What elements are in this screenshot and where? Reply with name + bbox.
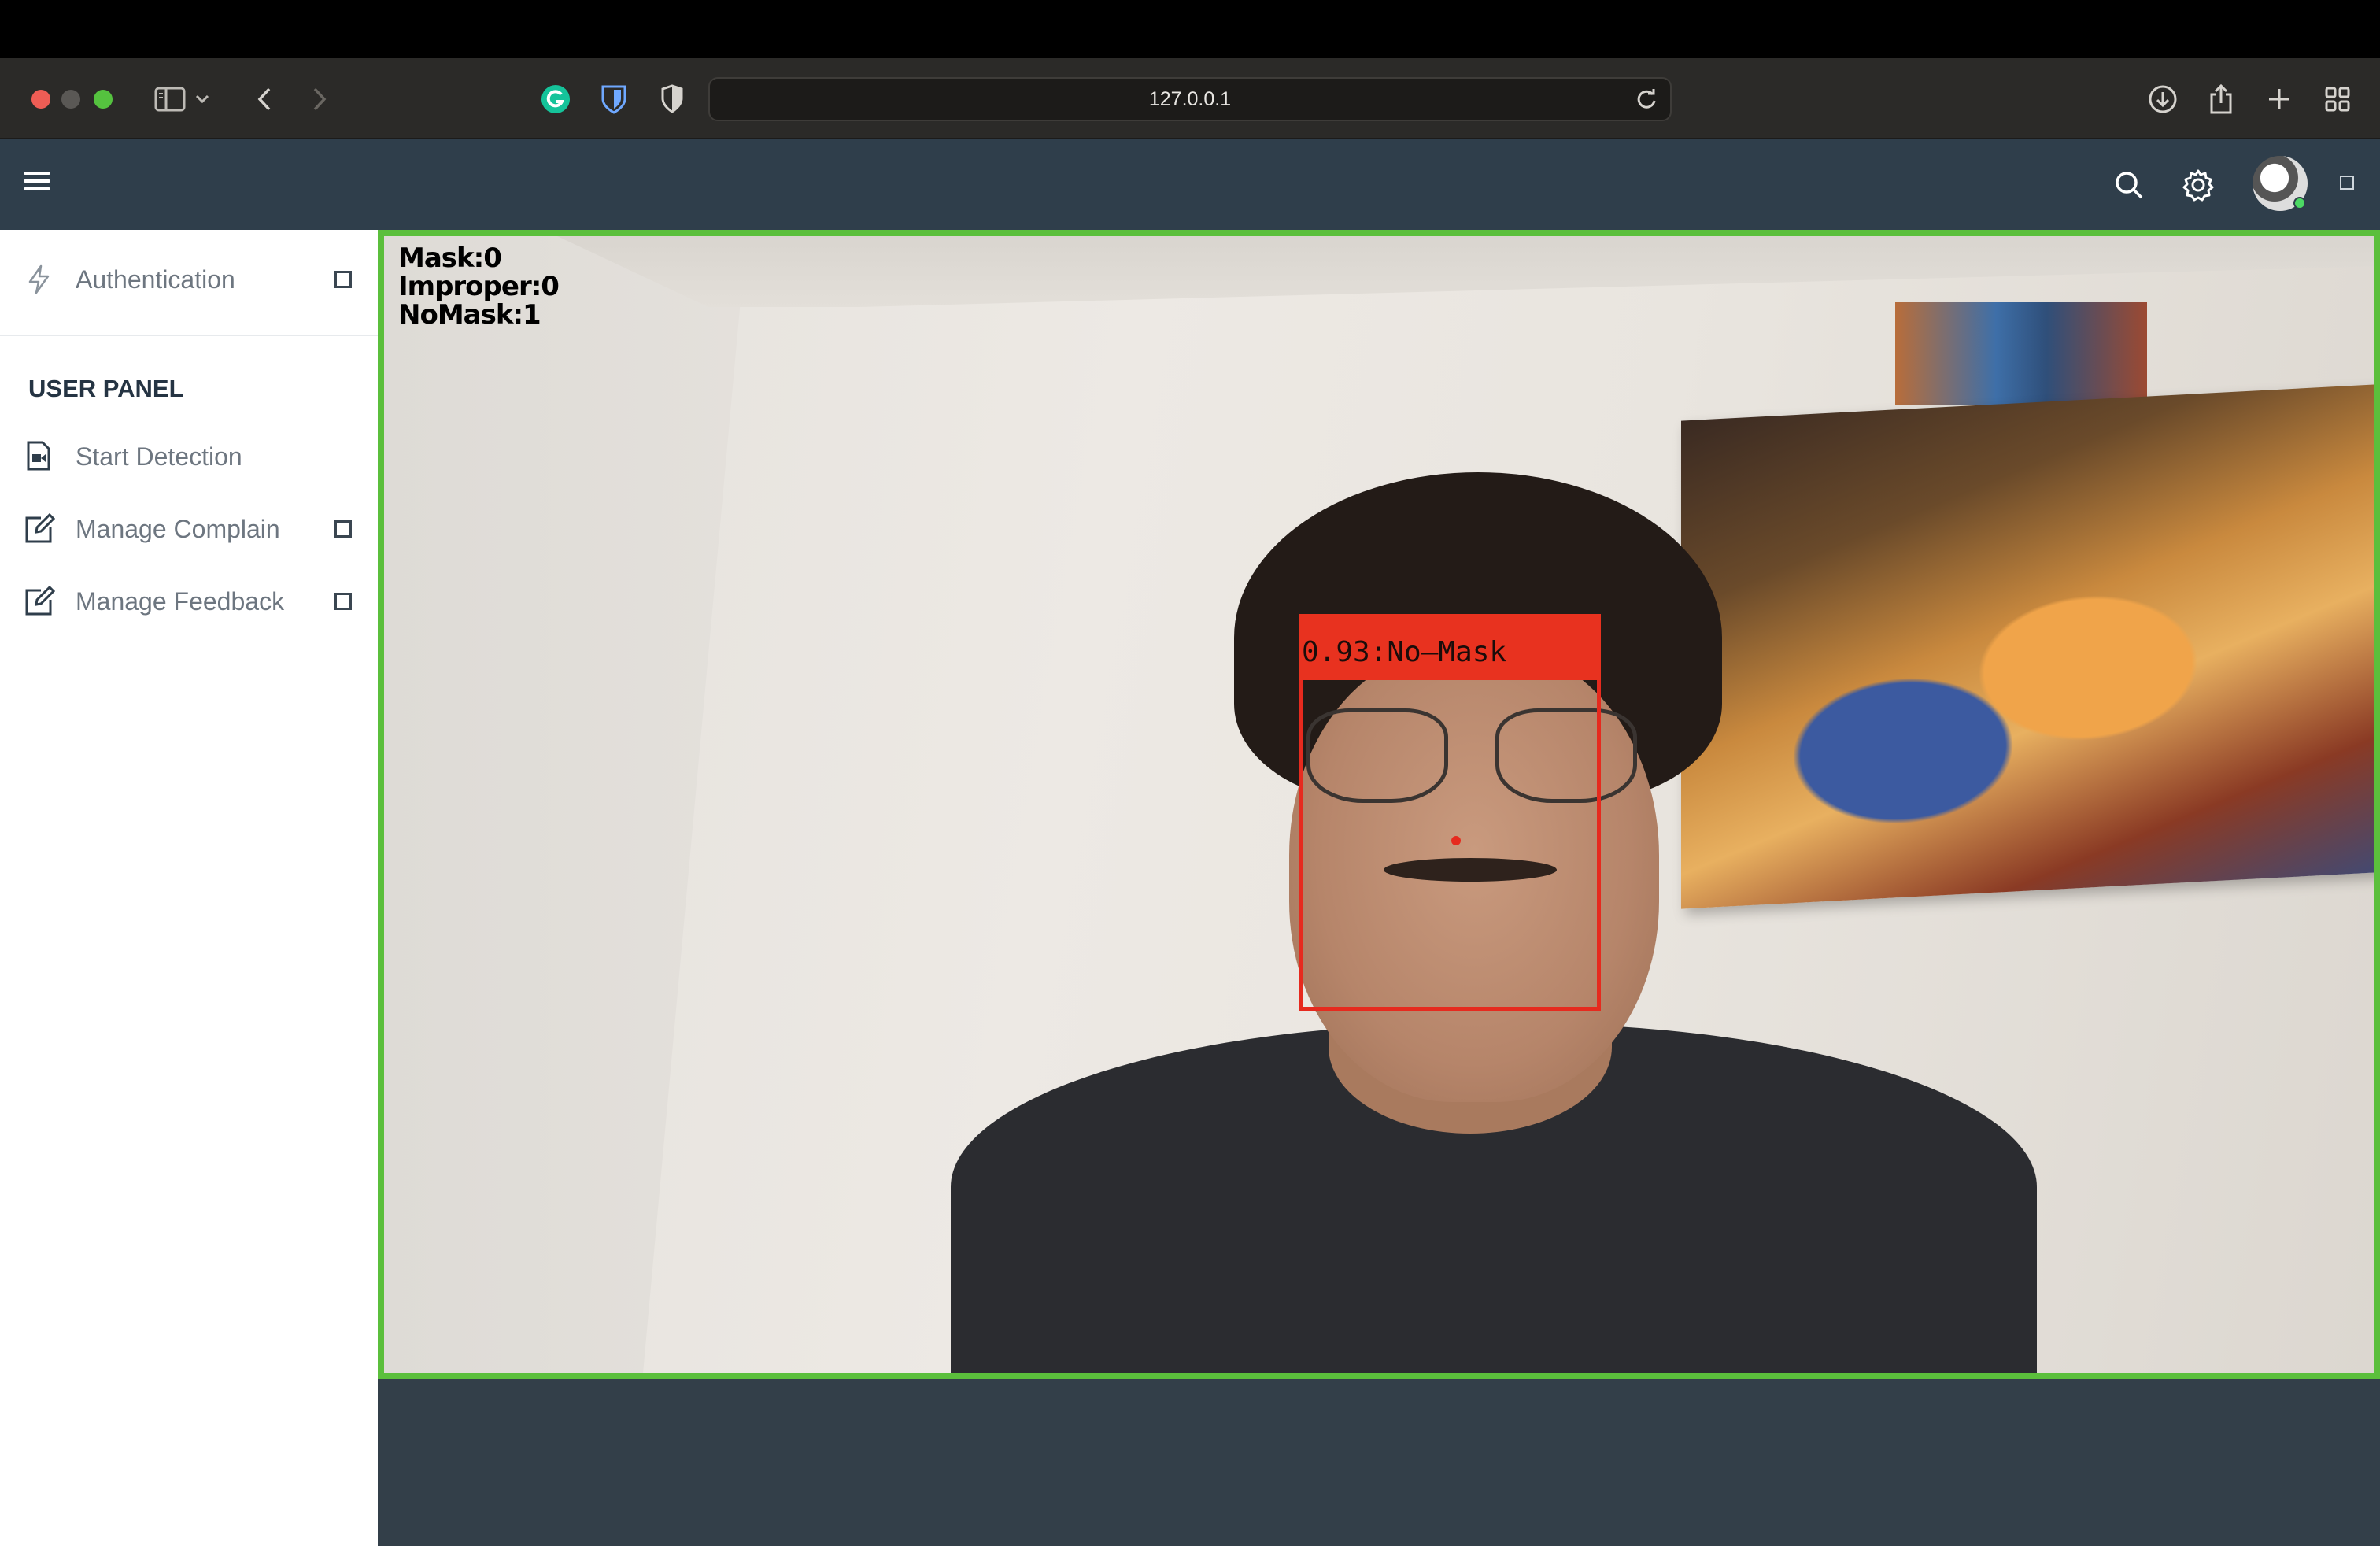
- sidebar-item-manage-complain[interactable]: Manage Complain: [0, 497, 378, 560]
- app-header: [0, 139, 2380, 230]
- sidebar: Authentication USER PANEL Start Detectio…: [0, 230, 378, 1546]
- sidebar-item-label: Start Detection: [76, 442, 242, 471]
- video-ceiling: [557, 236, 2374, 307]
- main-content: Mask:0 Improper:0 NoMask:1 0.93:No—Mask: [378, 230, 2380, 1546]
- video-file-icon: [24, 441, 55, 472]
- tab-overview-icon[interactable]: [2317, 79, 2358, 120]
- improper-count: Improper:0: [398, 271, 560, 302]
- video-painting-small: [1895, 302, 2147, 405]
- window-close-button[interactable]: [31, 90, 50, 109]
- back-arrow-icon[interactable]: [244, 79, 285, 120]
- reload-icon[interactable]: [1634, 87, 1659, 116]
- detection-label: 0.93:No—Mask: [1302, 636, 1507, 668]
- address-bar[interactable]: 127.0.0.1: [708, 77, 1672, 121]
- edit-icon: [24, 585, 56, 617]
- sidebar-divider: [0, 335, 378, 336]
- user-avatar[interactable]: [2252, 156, 2308, 211]
- expand-toggle-icon[interactable]: [334, 271, 352, 288]
- sidebar-item-authentication[interactable]: Authentication: [0, 248, 378, 311]
- system-menu-bar: [0, 0, 2380, 58]
- video-painting: [1681, 382, 2374, 909]
- online-status-dot: [2293, 197, 2306, 209]
- share-icon[interactable]: [2201, 79, 2241, 120]
- chevron-down-icon[interactable]: [190, 79, 214, 120]
- window-maximize-button[interactable]: [94, 90, 113, 109]
- grammarly-extension-icon[interactable]: [535, 79, 576, 120]
- sidebar-item-start-detection[interactable]: Start Detection: [0, 425, 378, 488]
- search-icon[interactable]: [2109, 165, 2149, 205]
- sidebar-item-manage-feedback[interactable]: Manage Feedback: [0, 570, 378, 633]
- menu-hamburger-icon[interactable]: [24, 167, 60, 202]
- edit-icon: [24, 512, 56, 545]
- mask-count: Mask:0: [398, 242, 502, 274]
- section-heading: USER PANEL: [28, 375, 184, 402]
- header-toggle-square-icon[interactable]: [2340, 176, 2354, 190]
- detection-counters: Mask:0 Improper:0 NoMask:1: [398, 242, 560, 331]
- bitwarden-shield-icon[interactable]: [593, 79, 634, 120]
- sidebar-item-label: Authentication: [76, 264, 235, 294]
- sidebar-item-label: Manage Complain: [76, 514, 280, 543]
- lightning-icon: [24, 264, 55, 295]
- landmark-dot: [1451, 836, 1461, 845]
- nomask-count: NoMask:1: [398, 299, 541, 331]
- video-wall: [384, 236, 741, 1373]
- detection-video-feed: Mask:0 Improper:0 NoMask:1 0.93:No—Mask: [378, 230, 2380, 1379]
- download-icon[interactable]: [2142, 79, 2183, 120]
- sidebar-toggle-icon[interactable]: [150, 79, 190, 120]
- sidebar-item-label: Manage Feedback: [76, 586, 285, 616]
- url-text: 127.0.0.1: [1148, 87, 1232, 110]
- browser-toolbar: 127.0.0.1: [0, 58, 2380, 139]
- window-minimize-button[interactable]: [61, 90, 80, 109]
- expand-toggle-icon[interactable]: [334, 520, 352, 538]
- new-tab-plus-icon[interactable]: [2259, 79, 2300, 120]
- forward-arrow-icon[interactable]: [299, 79, 340, 120]
- gear-icon[interactable]: [2179, 165, 2218, 205]
- privacy-shield-icon[interactable]: [652, 79, 693, 120]
- expand-toggle-icon[interactable]: [334, 593, 352, 610]
